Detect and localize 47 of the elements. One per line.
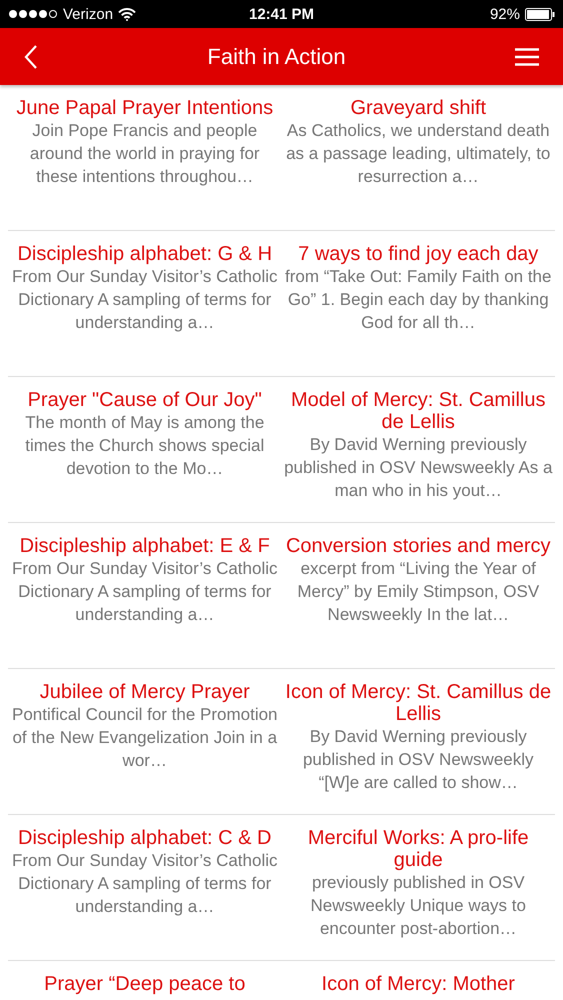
article-title: Prayer "Cause of Our Joy" — [26, 389, 263, 411]
article-item[interactable]: 7 ways to find joy each day from “Take Out: Family Faith on the Go” 1. Begin each day by thanking God for all th… — [282, 231, 555, 377]
article-excerpt: From Our Sunday Visitor’s Catholic Dictionary A sampling of terms for understanding a… — [11, 850, 278, 918]
article-excerpt: from “Take Out: Family Faith on the Go” 1. Begin each day by thanking God for all th… — [284, 266, 552, 334]
article-title: Discipleship alphabet: G & H — [16, 243, 274, 265]
article-item[interactable]: Graveyard shift As Catholics, we understand death as a passage leading, ultimately, to resurrection a… — [282, 85, 555, 231]
article-excerpt: Join Pope Francis and people around the world in praying for these intentions throughou… — [28, 120, 261, 188]
signal-icon — [8, 9, 58, 19]
article-title: Merciful Works: A pro-life guide — [306, 827, 530, 871]
article-title: Discipleship alphabet: C & D — [17, 827, 272, 849]
article-item[interactable]: Discipleship alphabet: C & D From Our Sunday Visitor’s Catholic Dictionary A sampling of terms for understanding a… — [8, 815, 282, 961]
carrier-name: Verizon — [63, 6, 114, 22]
article-title: June Papal Prayer Intentions — [15, 97, 274, 119]
article-title: Prayer “Deep peace to — [43, 973, 246, 995]
article-excerpt: By David Werning previously published in OSV Newsweekly “[W]e are called to show… — [302, 726, 535, 794]
article-title: 7 ways to find joy each day — [297, 243, 540, 265]
article-excerpt: From Our Sunday Visitor’s Catholic Dictionary A sampling of terms for understanding a… — [11, 266, 278, 334]
article-item[interactable]: Icon of Mercy: Mother — [282, 961, 555, 1000]
status-time: 12:41 PM — [248, 6, 314, 22]
article-item[interactable]: Merciful Works: A pro-life guide previously published in OSV Newsweekly Unique ways to encounter post-abortion… — [282, 815, 555, 961]
article-excerpt: As Catholics, we understand death as a passage leading, ultimately, to resurrection a… — [285, 120, 552, 188]
article-item[interactable]: Discipleship alphabet: E & F From Our Sunday Visitor’s Catholic Dictionary A sampling of terms for understanding a… — [8, 523, 282, 669]
article-title: Model of Mercy: St. Camillus de Lellis — [290, 389, 546, 433]
article-excerpt: From Our Sunday Visitor’s Catholic Dictionary A sampling of terms for understanding a… — [11, 558, 278, 626]
article-excerpt: The month of May is among the times the Church shows special devotion to the Mo… — [24, 412, 266, 480]
battery-icon — [525, 8, 555, 20]
article-title: Jubilee of Mercy Prayer — [38, 681, 251, 703]
article-excerpt: previously published in OSV Newsweekly Unique ways to encounter post-abortion… — [310, 872, 527, 940]
article-item[interactable]: Conversion stories and mercy excerpt from “Living the Year of Mercy” by Emily Stimpson, OSV Newsweekly In the lat… — [282, 523, 555, 669]
article-item[interactable]: Jubilee of Mercy Prayer Pontifical Council for the Promotion of the New Evangelization Join in a wor… — [8, 669, 282, 815]
nav-title: Faith in Action — [207, 44, 346, 70]
article-item[interactable]: Icon of Mercy: St. Camillus de Lellis By David Werning previously published in OSV Newsweekly “[W]e are called to show… — [282, 669, 555, 815]
article-item[interactable]: Prayer "Cause of Our Joy" The month of May is among the times the Church shows special devotion to the Mo… — [8, 377, 282, 523]
article-title: Graveyard shift — [349, 97, 488, 119]
article-item[interactable]: Model of Mercy: St. Camillus de Lellis By David Werning previously published in OSV Newsweekly As a man who in his yout… — [282, 377, 555, 523]
article-title: Icon of Mercy: Mother — [320, 973, 516, 995]
article-excerpt: excerpt from “Living the Year of Mercy” by Emily Stimpson, OSV Newsweekly In the lat… — [296, 558, 540, 626]
article-title: Discipleship alphabet: E & F — [18, 535, 271, 557]
article-item[interactable]: June Papal Prayer Intentions Join Pope Francis and people around the world in praying for these intentions throughou… — [8, 85, 282, 231]
wifi-icon — [118, 8, 136, 20]
article-title: Icon of Mercy: St. Camillus de Lellis — [284, 681, 552, 725]
battery-percent: 92% — [490, 6, 520, 22]
article-title: Conversion stories and mercy — [284, 535, 552, 557]
article-item[interactable]: Discipleship alphabet: G & H From Our Sunday Visitor’s Catholic Dictionary A sampling of terms for understanding a… — [8, 231, 282, 377]
article-item[interactable]: Prayer “Deep peace to — [8, 961, 282, 1000]
article-excerpt: Pontifical Council for the Promotion of the New Evangelization Join in a wor… — [10, 704, 279, 772]
article-excerpt: By David Werning previously published in OSV Newsweekly As a man who in his yout… — [284, 434, 553, 502]
